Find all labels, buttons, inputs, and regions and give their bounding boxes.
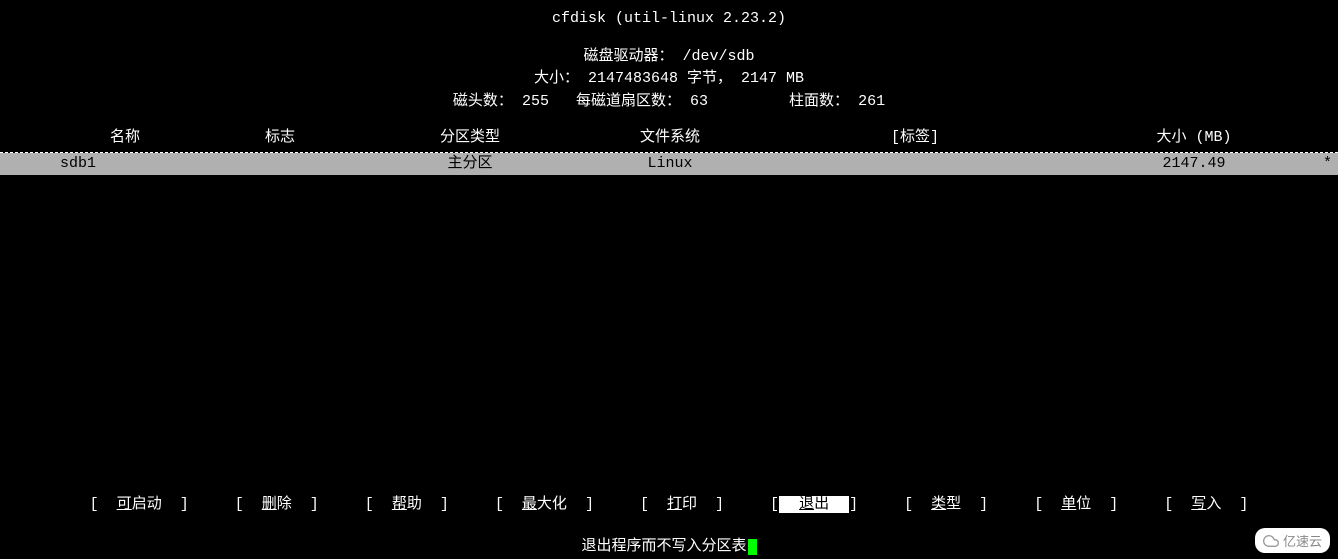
sectors-label: 每磁道扇区数： bbox=[576, 93, 681, 110]
col-name: 名称 bbox=[10, 125, 190, 146]
partition-table: 名称 标志 分区类型 文件系统 [标签] 大小 (MB) sdb1 主分区 Li… bbox=[0, 125, 1338, 175]
cell-name: sdb1 bbox=[10, 153, 190, 175]
status-line: 退出程序而不写入分区表 bbox=[0, 534, 1338, 555]
drive-value: /dev/sdb bbox=[683, 48, 755, 65]
menu-type[interactable]: [ 类型 ] bbox=[904, 492, 988, 513]
cfdisk-terminal: cfdisk (util-linux 2.23.2) 磁盘驱动器： /dev/s… bbox=[0, 0, 1338, 559]
size-label: 大小： bbox=[534, 70, 579, 87]
cylinders-label: 柱面数： bbox=[789, 93, 849, 110]
header-block: cfdisk (util-linux 2.23.2) 磁盘驱动器： /dev/s… bbox=[0, 8, 1338, 113]
size-bytes: 2147483648 bbox=[588, 70, 678, 87]
menu-maximize[interactable]: [ 最大化 ] bbox=[495, 492, 594, 513]
action-menu: [ 可启动 ] [ 删除 ] [ 帮助 ] [ 最大化 ] [ 打印 ] [ 退出 ] [ … bbox=[0, 492, 1338, 513]
size-line: 大小： 2147483648 字节， 2147 MB bbox=[0, 68, 1338, 91]
column-headers: 名称 标志 分区类型 文件系统 [标签] 大小 (MB) bbox=[0, 125, 1338, 146]
menu-write[interactable]: [ 写入 ] bbox=[1164, 492, 1248, 513]
cloud-icon bbox=[1263, 533, 1279, 549]
menu-help[interactable]: [ 帮助 ] bbox=[365, 492, 449, 513]
status-text: 退出程序而不写入分区表 bbox=[581, 538, 746, 555]
size-mb: 2147 MB bbox=[741, 70, 804, 87]
cell-size: 2147.49 bbox=[1060, 153, 1328, 175]
row-marker: * bbox=[1323, 153, 1332, 175]
menu-bootable[interactable]: [ 可启动 ] bbox=[90, 492, 189, 513]
col-part-type: 分区类型 bbox=[370, 125, 570, 146]
app-title: cfdisk (util-linux 2.23.2) bbox=[0, 8, 1338, 31]
cell-label bbox=[770, 153, 1060, 175]
size-bytes-unit: 字节， bbox=[687, 70, 732, 87]
menu-delete[interactable]: [ 删除 ] bbox=[235, 492, 319, 513]
col-label: [标签] bbox=[770, 125, 1060, 146]
heads-label: 磁头数： bbox=[453, 93, 513, 110]
col-flags: 标志 bbox=[190, 125, 370, 146]
cell-part-type: 主分区 bbox=[370, 153, 570, 175]
heads-value: 255 bbox=[522, 93, 549, 110]
cell-flags bbox=[190, 153, 370, 175]
table-row[interactable]: sdb1 主分区 Linux 2147.49 * bbox=[0, 153, 1338, 175]
cell-fs-type: Linux bbox=[570, 153, 770, 175]
menu-quit[interactable]: [ 退出 ] bbox=[770, 492, 858, 513]
sectors-value: 63 bbox=[690, 93, 708, 110]
drive-line: 磁盘驱动器： /dev/sdb bbox=[0, 46, 1338, 69]
menu-units[interactable]: [ 单位 ] bbox=[1034, 492, 1118, 513]
menu-print[interactable]: [ 打印 ] bbox=[640, 492, 724, 513]
geometry-line: 磁头数： 255 每磁道扇区数： 63 柱面数： 261 bbox=[0, 91, 1338, 114]
cylinders-value: 261 bbox=[858, 93, 885, 110]
drive-label: 磁盘驱动器： bbox=[583, 48, 673, 65]
col-fs-type: 文件系统 bbox=[570, 125, 770, 146]
watermark-badge: 亿速云 bbox=[1255, 528, 1330, 553]
col-size: 大小 (MB) bbox=[1060, 125, 1328, 146]
watermark-text: 亿速云 bbox=[1283, 531, 1322, 550]
cursor-icon bbox=[748, 539, 757, 555]
